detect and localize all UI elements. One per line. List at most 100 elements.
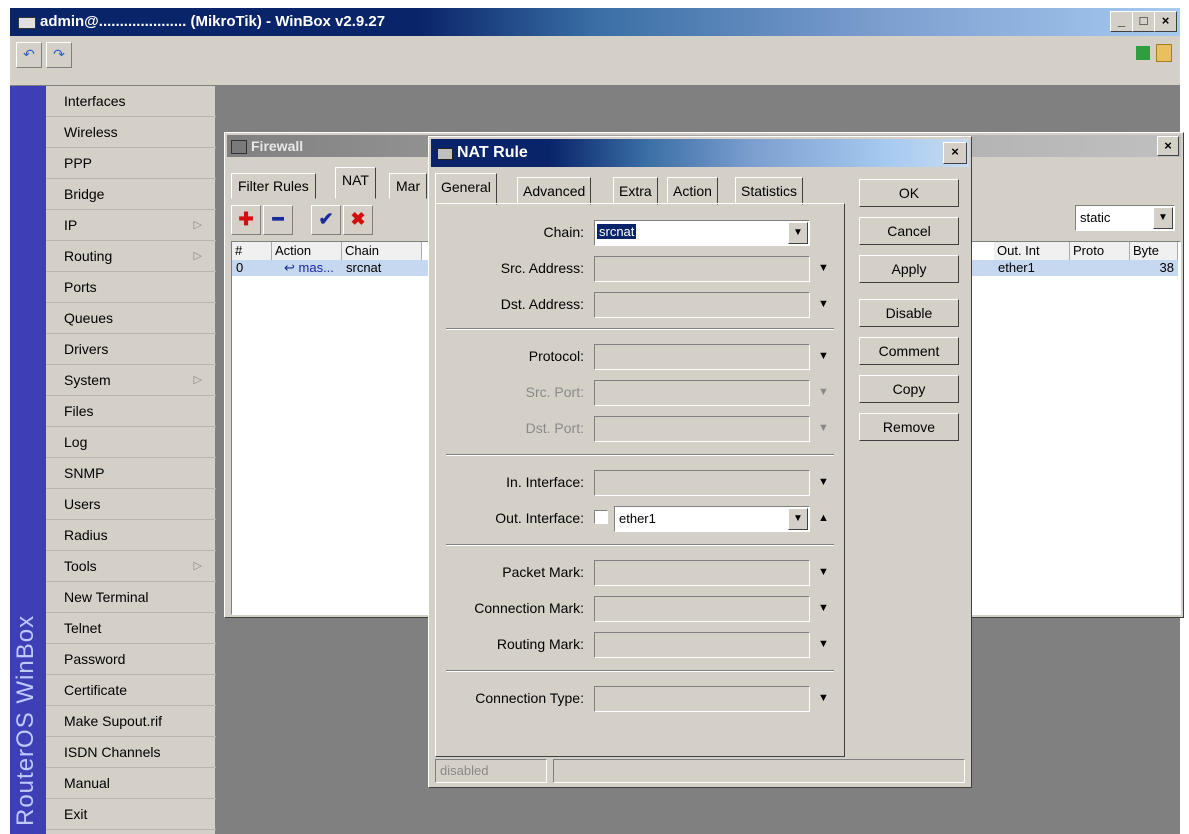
src-address-field[interactable]	[594, 256, 810, 282]
apply-button[interactable]: Apply	[859, 255, 959, 283]
connection-type-dropdown-icon[interactable]: ▼	[818, 692, 829, 704]
general-tab-panel: Chain: srcnat ▼ Src. Address: ▼ Dst. Add…	[435, 203, 845, 757]
packet-mark-dropdown-icon[interactable]: ▼	[818, 566, 829, 578]
nat-rule-close-button[interactable]: ×	[943, 142, 967, 164]
enable-icon[interactable]: ✔	[311, 205, 341, 235]
nat-rule-title-bar[interactable]: NAT Rule ×	[431, 139, 969, 167]
sidebar-item-label: Users	[64, 496, 101, 512]
src-address-dropdown-icon[interactable]: ▼	[818, 262, 829, 274]
row-bytes: 38	[1159, 260, 1174, 275]
column-header-bytes[interactable]: Byte	[1130, 242, 1178, 260]
tab-nat[interactable]: NAT	[335, 167, 376, 199]
out-interface-select[interactable]: ether1 ▼	[614, 506, 810, 532]
sidebar-item-label: Tools	[64, 558, 97, 574]
tab-statistics[interactable]: Statistics	[735, 177, 804, 205]
sidebar-item-password[interactable]: Password	[46, 644, 216, 675]
column-header-out-int[interactable]: Out. Int	[994, 242, 1070, 260]
sidebar-item-new-terminal[interactable]: New Terminal	[46, 582, 216, 613]
sidebar-item-exit[interactable]: Exit	[46, 799, 216, 830]
sidebar-item-snmp[interactable]: SNMP	[46, 458, 216, 489]
cancel-button[interactable]: Cancel	[859, 217, 959, 245]
out-interface-label: Out. Interface:	[495, 510, 584, 526]
sidebar-item-label: Password	[64, 651, 126, 667]
sidebar-item-bridge[interactable]: Bridge	[46, 179, 216, 210]
sidebar-item-isdn-channels[interactable]: ISDN Channels	[46, 737, 216, 768]
copy-button[interactable]: Copy	[859, 375, 959, 403]
tab-action[interactable]: Action	[667, 177, 718, 205]
chevron-down-icon[interactable]: ▼	[788, 508, 808, 530]
chevron-down-icon[interactable]: ▼	[1153, 207, 1173, 229]
tab-advanced[interactable]: Advanced	[517, 177, 592, 205]
disable-button[interactable]: Disable	[859, 299, 959, 327]
sidebar-item-telnet[interactable]: Telnet	[46, 613, 216, 644]
close-button[interactable]: ×	[1154, 11, 1177, 32]
sidebar-item-interfaces[interactable]: Interfaces	[46, 86, 216, 117]
sidebar-item-ip[interactable]: IP ▷	[46, 210, 216, 241]
add-icon[interactable]: ✚	[231, 205, 261, 235]
minimize-button[interactable]: _	[1110, 11, 1133, 32]
ok-button[interactable]: OK	[859, 179, 959, 207]
sidebar-item-make-supout-rif[interactable]: Make Supout.rif	[46, 706, 216, 737]
column-header-num[interactable]: #	[232, 242, 272, 260]
connection-type-field[interactable]	[594, 686, 810, 712]
maximize-button[interactable]: □	[1132, 11, 1155, 32]
sidebar-item-log[interactable]: Log	[46, 427, 216, 458]
routing-mark-dropdown-icon[interactable]: ▼	[818, 638, 829, 650]
protocol-dropdown-icon[interactable]: ▼	[818, 350, 829, 362]
sidebar-item-wireless[interactable]: Wireless	[46, 117, 216, 148]
column-header-action[interactable]: Action	[272, 242, 342, 260]
chevron-down-icon[interactable]: ▼	[788, 222, 808, 244]
dst-port-field[interactable]	[594, 416, 810, 442]
packet-mark-field[interactable]	[594, 560, 810, 586]
sidebar-item-files[interactable]: Files	[46, 396, 216, 427]
sidebar-item-label: Make Supout.rif	[64, 713, 163, 729]
in-interface-dropdown-icon[interactable]: ▼	[818, 476, 829, 488]
src-port-dropdown-icon[interactable]: ▼	[818, 386, 829, 398]
routing-mark-field[interactable]	[594, 632, 810, 658]
out-interface-collapse-icon[interactable]: ▲	[818, 512, 829, 524]
dst-port-label: Dst. Port:	[525, 420, 584, 436]
src-address-label: Src. Address:	[500, 260, 584, 276]
dst-address-field[interactable]	[594, 292, 810, 318]
chain-select[interactable]: srcnat ▼	[594, 220, 810, 246]
dst-port-dropdown-icon[interactable]: ▼	[818, 422, 829, 434]
sidebar-item-routing[interactable]: Routing ▷	[46, 241, 216, 272]
disable-icon[interactable]: ✖	[343, 205, 373, 235]
filter-select[interactable]: static ▼	[1075, 205, 1175, 231]
in-interface-field[interactable]	[594, 470, 810, 496]
column-header-proto[interactable]: Proto	[1070, 242, 1130, 260]
row-action: ↩ mas...	[284, 260, 334, 275]
sidebar-item-users[interactable]: Users	[46, 489, 216, 520]
protocol-field[interactable]	[594, 344, 810, 370]
sidebar-item-radius[interactable]: Radius	[46, 520, 216, 551]
tab-mangle[interactable]: Mar	[389, 173, 428, 199]
chevron-right-icon: ▷	[193, 219, 202, 231]
tab-extra[interactable]: Extra	[613, 177, 658, 205]
sidebar-item-label: Log	[64, 434, 88, 450]
redo-icon[interactable]: ↷	[46, 42, 72, 68]
sidebar-item-ppp[interactable]: PPP	[46, 148, 216, 179]
src-port-field[interactable]	[594, 380, 810, 406]
sidebar-item-queues[interactable]: Queues	[46, 303, 216, 334]
undo-icon[interactable]: ↶	[16, 42, 42, 68]
connection-mark-field[interactable]	[594, 596, 810, 622]
tab-filter-rules[interactable]: Filter Rules	[231, 173, 316, 199]
dst-address-dropdown-icon[interactable]: ▼	[818, 298, 829, 310]
firewall-close-button[interactable]: ×	[1157, 136, 1179, 156]
row-num: 0	[236, 260, 244, 275]
remove-icon[interactable]: ━	[263, 205, 293, 235]
sidebar-item-ports[interactable]: Ports	[46, 272, 216, 303]
out-interface-value: ether1	[619, 511, 656, 526]
remove-button[interactable]: Remove	[859, 413, 959, 441]
tab-general[interactable]: General	[435, 173, 497, 205]
sidebar-item-certificate[interactable]: Certificate	[46, 675, 216, 706]
sidebar-item-tools[interactable]: Tools ▷	[46, 551, 216, 582]
sidebar-item-drivers[interactable]: Drivers	[46, 334, 216, 365]
comment-button[interactable]: Comment	[859, 337, 959, 365]
out-interface-negate-checkbox[interactable]	[594, 510, 608, 524]
routing-mark-label: Routing Mark:	[496, 636, 584, 652]
column-header-chain[interactable]: Chain	[342, 242, 422, 260]
sidebar-item-system[interactable]: System ▷	[46, 365, 216, 396]
sidebar-item-manual[interactable]: Manual	[46, 768, 216, 799]
connection-mark-dropdown-icon[interactable]: ▼	[818, 602, 829, 614]
